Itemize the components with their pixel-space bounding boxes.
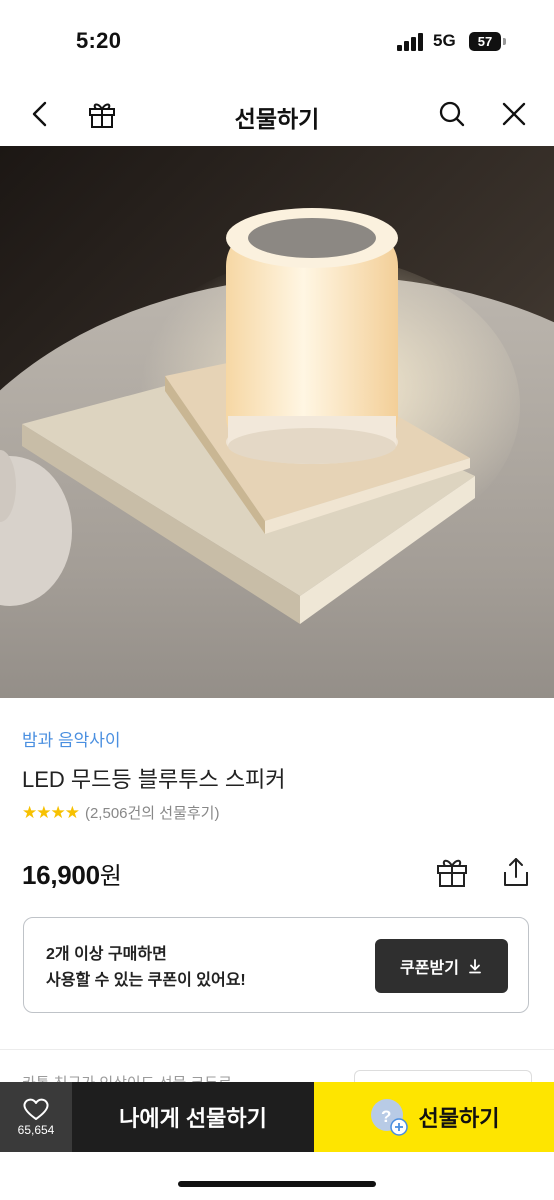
coupon-line-2: 사용할 수 있는 쿠폰이 있어요! [46,972,246,989]
home-indicator-area [0,1152,554,1200]
network-label: 5G [433,31,456,50]
coupon-banner: 2개 이상 구매하면 사용할 수 있는 쿠폰이 있어요! 쿠폰받기 [23,917,529,1013]
coupon-message: 2개 이상 구매하면 사용할 수 있는 쿠폰이 있어요! [46,942,246,994]
battery-icon: 57 [469,32,501,51]
product-name: LED 무드등 블루투스 스피커 [22,767,286,792]
share-icon [504,858,528,886]
close-button[interactable] [492,92,536,136]
review-count: (2,506건의 선물후기) [84,805,220,822]
gift-to-self-label: 나에게 선물하기 [119,1106,267,1131]
price-value: 16,900 [22,860,100,890]
battery-nub [503,38,506,45]
gift-button[interactable]: ? 선물하기 [314,1082,554,1152]
bottom-action-bar: 65,654 나에게 선물하기 ? 선물하기 [0,1082,554,1152]
search-button[interactable] [430,92,474,136]
star-rating-icon: ★★★★ [22,802,80,822]
download-icon [469,959,481,974]
share-button[interactable] [496,852,536,892]
section-divider [0,1049,554,1050]
price: 16,900원 [22,856,122,891]
price-unit: 원 [99,863,122,890]
wish-count: 65,654 [17,1123,55,1137]
coupon-line-1: 2개 이상 구매하면 [46,946,167,963]
status-bar: 5:20 5G 57 [0,0,554,82]
coupon-button-label: 쿠폰받기 [400,960,459,977]
wish-button[interactable]: 65,654 [0,1082,72,1152]
product-image[interactable] [0,146,554,698]
svg-text:?: ? [381,1107,391,1126]
add-friend-icon: ? [370,1099,408,1136]
search-icon [439,101,465,127]
lamp-photo [0,146,554,698]
gift-to-self-button[interactable]: 나에게 선물하기 [72,1082,314,1152]
rating-row[interactable]: ★★★★ (2,506건의 선물후기) [22,802,219,823]
nav-bar: 선물하기 [0,82,554,146]
home-indicator[interactable] [178,1181,376,1187]
gift-wrap-button[interactable] [432,852,472,892]
brand-link[interactable]: 밤과 음악사이 [22,726,121,751]
gift-icon [437,859,467,887]
close-icon [502,102,526,126]
get-coupon-button[interactable]: 쿠폰받기 [375,939,508,993]
signal-icon [397,33,427,51]
heart-icon [23,1098,49,1120]
gift-label: 선물하기 [418,1106,500,1131]
status-time: 5:20 [76,28,122,53]
